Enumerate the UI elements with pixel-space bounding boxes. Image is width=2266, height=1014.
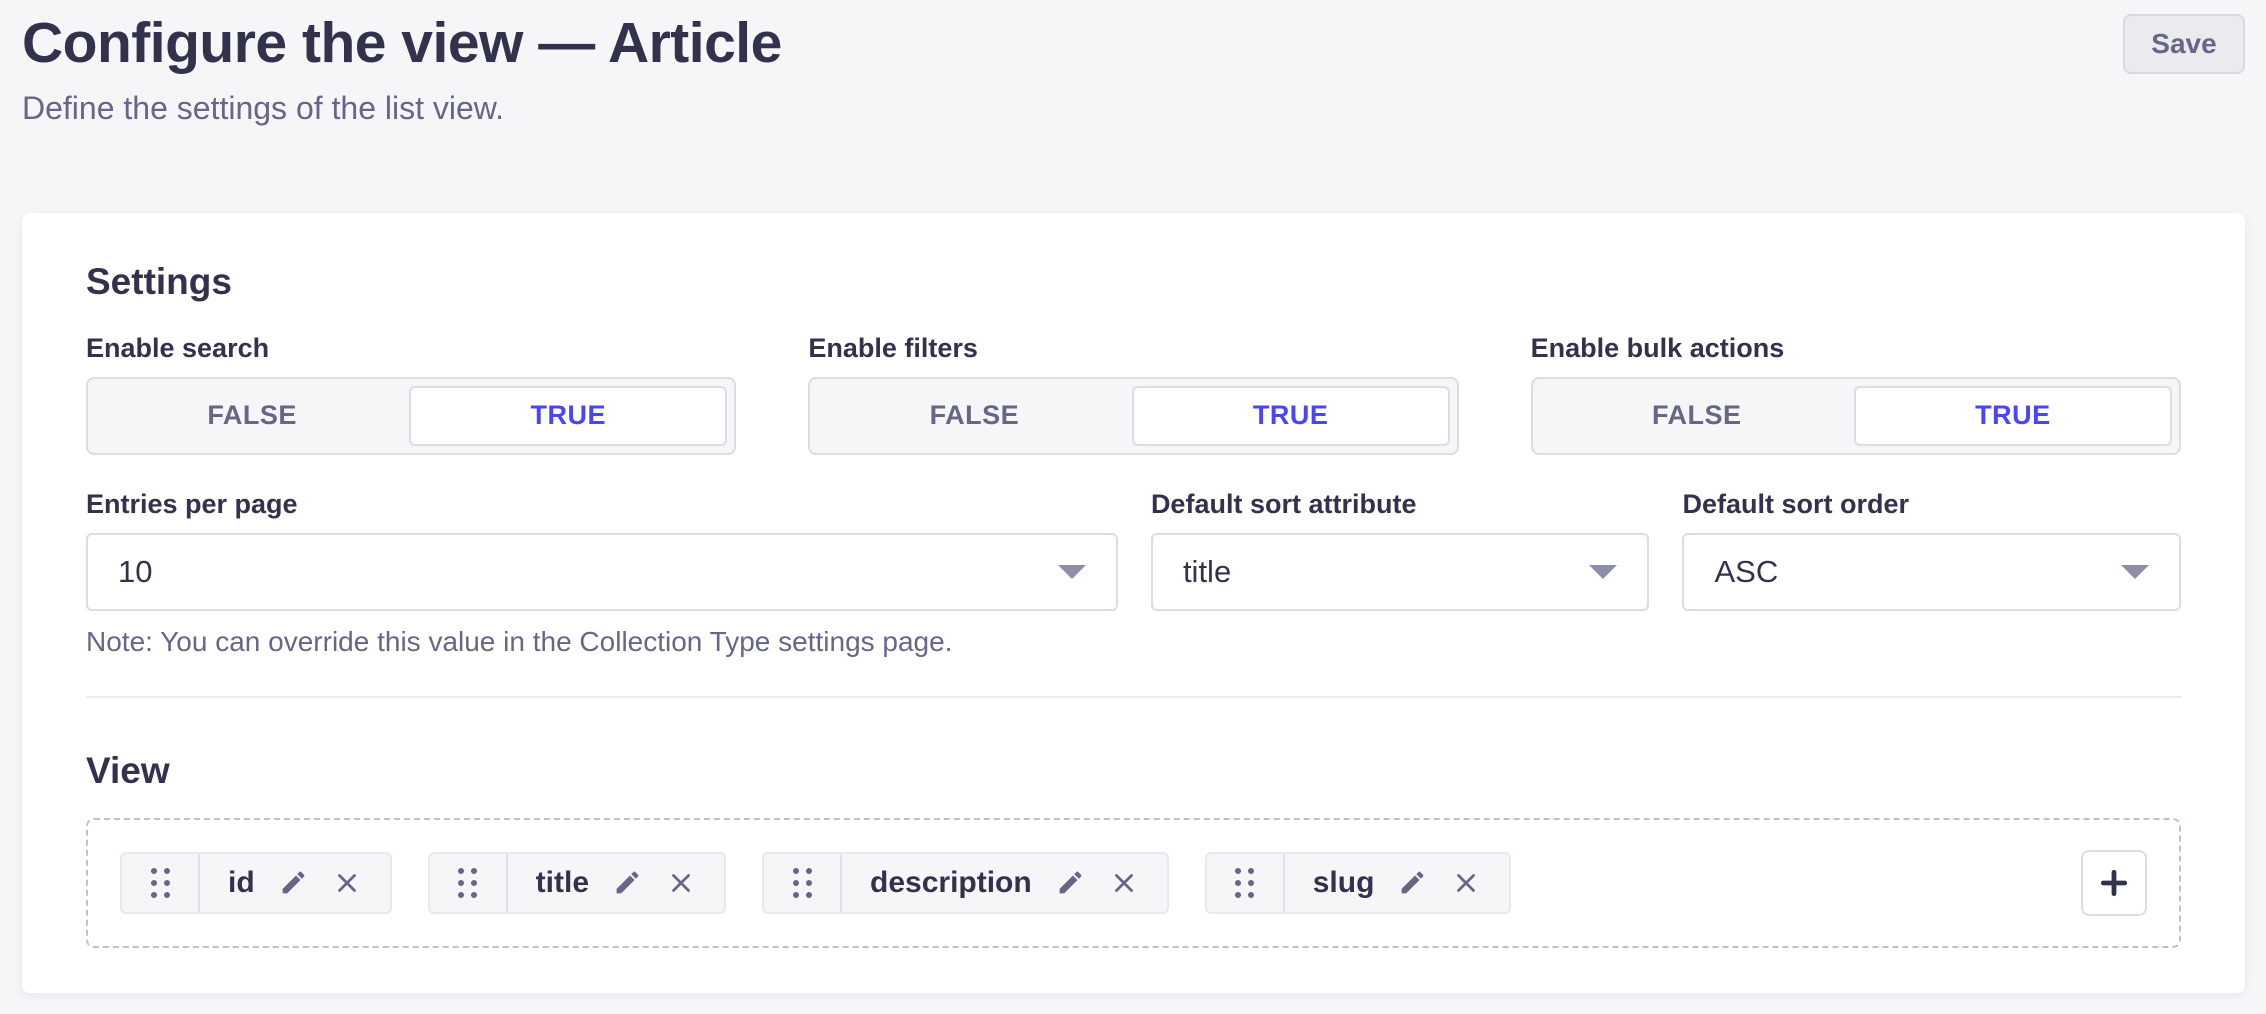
- drag-handle-icon[interactable]: [1207, 854, 1285, 912]
- pencil-icon: [1398, 868, 1427, 897]
- enable-bulk-actions-label: Enable bulk actions: [1531, 333, 2181, 364]
- close-icon: [666, 868, 696, 898]
- displayed-fields-dropzone: id title: [86, 818, 2181, 948]
- edit-field-button[interactable]: [1056, 868, 1085, 897]
- default-sort-order-value: ASC: [1714, 554, 1778, 590]
- enable-filters-false-option[interactable]: FALSE: [817, 386, 1131, 446]
- default-sort-order-select[interactable]: ASC: [1682, 533, 2181, 611]
- default-sort-attribute-label: Default sort attribute: [1151, 489, 1650, 520]
- remove-field-button[interactable]: [332, 868, 362, 898]
- default-sort-attribute-field: Default sort attribute title: [1151, 489, 1650, 658]
- drag-handle-icon[interactable]: [764, 854, 842, 912]
- enable-filters-field: Enable filters FALSE TRUE: [808, 333, 1458, 455]
- configuration-card: Settings Enable search FALSE TRUE Enable…: [22, 213, 2245, 993]
- enable-filters-toggle: FALSE TRUE: [808, 377, 1458, 455]
- enable-search-true-option[interactable]: TRUE: [409, 386, 727, 446]
- field-chip-label: title: [536, 866, 589, 900]
- field-chip-title[interactable]: title: [428, 852, 726, 914]
- chevron-down-icon: [1589, 565, 1617, 579]
- entries-per-page-label: Entries per page: [86, 489, 1118, 520]
- entries-per-page-value: 10: [118, 554, 152, 590]
- field-chip-id[interactable]: id: [120, 852, 392, 914]
- entries-per-page-select[interactable]: 10: [86, 533, 1118, 611]
- chevron-down-icon: [2121, 565, 2149, 579]
- header-text: Configure the view — Article Define the …: [22, 12, 782, 127]
- entries-per-page-note: Note: You can override this value in the…: [86, 626, 1118, 658]
- page-header: Configure the view — Article Define the …: [0, 0, 2266, 127]
- enable-bulk-actions-true-option[interactable]: TRUE: [1854, 386, 2172, 446]
- pencil-icon: [613, 868, 642, 897]
- selects-row: Entries per page 10 Note: You can overri…: [86, 489, 2181, 658]
- enable-bulk-actions-toggle: FALSE TRUE: [1531, 377, 2181, 455]
- enable-bulk-actions-field: Enable bulk actions FALSE TRUE: [1531, 333, 2181, 455]
- field-chip-description[interactable]: description: [762, 852, 1169, 914]
- field-chip-slug[interactable]: slug: [1205, 852, 1512, 914]
- add-field-button[interactable]: [2081, 850, 2147, 916]
- close-icon: [1109, 868, 1139, 898]
- field-chip-label: description: [870, 866, 1032, 900]
- drag-handle-icon[interactable]: [430, 854, 508, 912]
- settings-heading: Settings: [86, 261, 2181, 303]
- pencil-icon: [279, 868, 308, 897]
- edit-field-button[interactable]: [613, 868, 642, 897]
- close-icon: [1451, 868, 1481, 898]
- section-divider: [86, 696, 2181, 698]
- toggles-row: Enable search FALSE TRUE Enable filters …: [86, 333, 2181, 455]
- field-chip-label: slug: [1313, 866, 1375, 900]
- enable-search-toggle: FALSE TRUE: [86, 377, 736, 455]
- close-icon: [332, 868, 362, 898]
- drag-handle-icon[interactable]: [122, 854, 200, 912]
- page-subtitle: Define the settings of the list view.: [22, 90, 782, 127]
- view-heading: View: [86, 750, 2181, 792]
- default-sort-attribute-select[interactable]: title: [1151, 533, 1650, 611]
- save-button[interactable]: Save: [2123, 14, 2245, 74]
- pencil-icon: [1056, 868, 1085, 897]
- edit-field-button[interactable]: [1398, 868, 1427, 897]
- enable-filters-label: Enable filters: [808, 333, 1458, 364]
- default-sort-order-field: Default sort order ASC: [1682, 489, 2181, 658]
- remove-field-button[interactable]: [1451, 868, 1481, 898]
- default-sort-attribute-value: title: [1183, 554, 1231, 590]
- remove-field-button[interactable]: [666, 868, 696, 898]
- remove-field-button[interactable]: [1109, 868, 1139, 898]
- edit-field-button[interactable]: [279, 868, 308, 897]
- field-chip-label: id: [228, 866, 255, 900]
- plus-icon: [2098, 867, 2130, 899]
- entries-per-page-field: Entries per page 10 Note: You can overri…: [86, 489, 1118, 658]
- enable-search-field: Enable search FALSE TRUE: [86, 333, 736, 455]
- default-sort-order-label: Default sort order: [1682, 489, 2181, 520]
- enable-filters-true-option[interactable]: TRUE: [1132, 386, 1450, 446]
- enable-bulk-actions-false-option[interactable]: FALSE: [1540, 386, 1854, 446]
- chevron-down-icon: [1058, 565, 1086, 579]
- enable-search-false-option[interactable]: FALSE: [95, 386, 409, 446]
- page-title: Configure the view — Article: [22, 12, 782, 76]
- enable-search-label: Enable search: [86, 333, 736, 364]
